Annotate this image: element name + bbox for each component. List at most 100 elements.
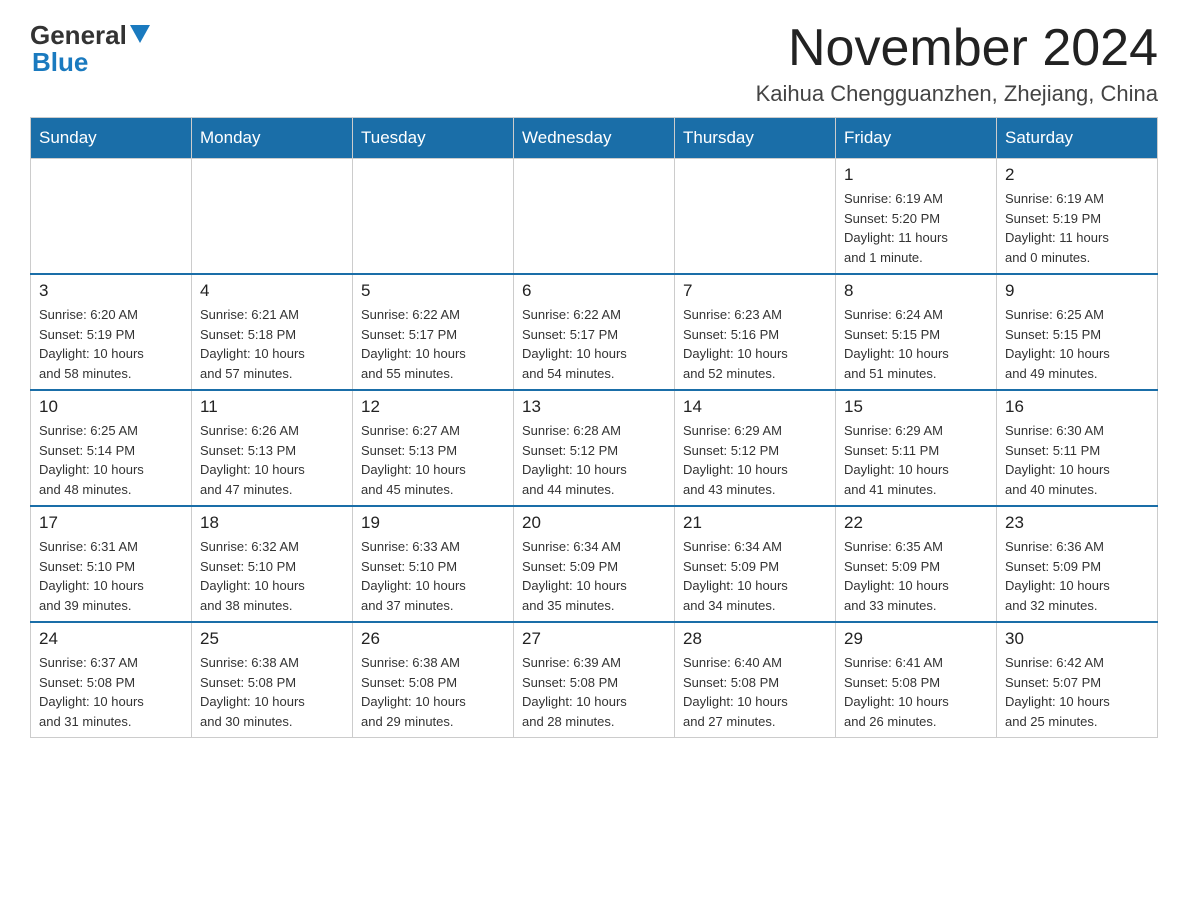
- day-number: 17: [39, 513, 183, 533]
- calendar-week-row: 17 Sunrise: 6:31 AMSunset: 5:10 PMDayligh…: [31, 506, 1158, 622]
- location-title: Kaihua Chengguanzhen, Zhejiang, China: [756, 81, 1158, 107]
- day-info: Sunrise: 6:36 AMSunset: 5:09 PMDaylight:…: [1005, 537, 1149, 615]
- calendar-cell: 3 Sunrise: 6:20 AMSunset: 5:19 PMDaylight…: [31, 274, 192, 390]
- calendar-cell: 28 Sunrise: 6:40 AMSunset: 5:08 PMDayligh…: [675, 622, 836, 738]
- calendar-cell: 7Sunrise: 6:23 AMSunset: 5:16 PMDaylight…: [675, 274, 836, 390]
- calendar-cell: 4 Sunrise: 6:21 AMSunset: 5:18 PMDaylight…: [192, 274, 353, 390]
- day-number: 22: [844, 513, 988, 533]
- calendar-cell: 17 Sunrise: 6:31 AMSunset: 5:10 PMDayligh…: [31, 506, 192, 622]
- day-number: 14: [683, 397, 827, 417]
- day-number: 27: [522, 629, 666, 649]
- calendar-cell: [353, 159, 514, 275]
- calendar-cell: 29 Sunrise: 6:41 AMSunset: 5:08 PMDayligh…: [836, 622, 997, 738]
- calendar-cell: 24Sunrise: 6:37 AMSunset: 5:08 PMDayligh…: [31, 622, 192, 738]
- weekday-header-tuesday: Tuesday: [353, 118, 514, 159]
- calendar-cell: [31, 159, 192, 275]
- day-info: Sunrise: 6:24 AMSunset: 5:15 PMDaylight:…: [844, 305, 988, 383]
- day-info: Sunrise: 6:23 AMSunset: 5:16 PMDaylight:…: [683, 305, 827, 383]
- day-number: 21: [683, 513, 827, 533]
- header: General Blue November 2024 Kaihua Chengg…: [30, 20, 1158, 107]
- day-number: 6: [522, 281, 666, 301]
- day-number: 15: [844, 397, 988, 417]
- calendar-cell: 27 Sunrise: 6:39 AMSunset: 5:08 PMDayligh…: [514, 622, 675, 738]
- day-info: Sunrise: 6:27 AMSunset: 5:13 PMDaylight:…: [361, 421, 505, 499]
- calendar-table: SundayMondayTuesdayWednesdayThursdayFrid…: [30, 117, 1158, 738]
- day-number: 26: [361, 629, 505, 649]
- calendar-cell: 10Sunrise: 6:25 AMSunset: 5:14 PMDayligh…: [31, 390, 192, 506]
- calendar-cell: 13 Sunrise: 6:28 AMSunset: 5:12 PMDayligh…: [514, 390, 675, 506]
- day-info: Sunrise: 6:20 AMSunset: 5:19 PMDaylight:…: [39, 305, 183, 383]
- calendar-cell: 20 Sunrise: 6:34 AMSunset: 5:09 PMDayligh…: [514, 506, 675, 622]
- logo-triangle-icon: [130, 25, 150, 43]
- calendar-cell: 15 Sunrise: 6:29 AMSunset: 5:11 PMDayligh…: [836, 390, 997, 506]
- weekday-header-monday: Monday: [192, 118, 353, 159]
- day-number: 16: [1005, 397, 1149, 417]
- day-number: 18: [200, 513, 344, 533]
- day-number: 5: [361, 281, 505, 301]
- calendar-cell: 1 Sunrise: 6:19 AMSunset: 5:20 PMDaylight…: [836, 159, 997, 275]
- day-info: Sunrise: 6:34 AMSunset: 5:09 PMDaylight:…: [522, 537, 666, 615]
- day-number: 19: [361, 513, 505, 533]
- day-number: 13: [522, 397, 666, 417]
- month-title: November 2024: [756, 20, 1158, 77]
- day-info: Sunrise: 6:39 AMSunset: 5:08 PMDaylight:…: [522, 653, 666, 731]
- day-number: 30: [1005, 629, 1149, 649]
- day-info: Sunrise: 6:42 AMSunset: 5:07 PMDaylight:…: [1005, 653, 1149, 731]
- calendar-cell: 16 Sunrise: 6:30 AMSunset: 5:11 PMDayligh…: [997, 390, 1158, 506]
- calendar-cell: 14 Sunrise: 6:29 AMSunset: 5:12 PMDayligh…: [675, 390, 836, 506]
- calendar-cell: 22 Sunrise: 6:35 AMSunset: 5:09 PMDayligh…: [836, 506, 997, 622]
- day-info: Sunrise: 6:28 AMSunset: 5:12 PMDaylight:…: [522, 421, 666, 499]
- day-number: 9: [1005, 281, 1149, 301]
- calendar-cell: 6 Sunrise: 6:22 AMSunset: 5:17 PMDaylight…: [514, 274, 675, 390]
- day-number: 3: [39, 281, 183, 301]
- day-number: 1: [844, 165, 988, 185]
- calendar-week-row: 24Sunrise: 6:37 AMSunset: 5:08 PMDayligh…: [31, 622, 1158, 738]
- day-info: Sunrise: 6:25 AMSunset: 5:15 PMDaylight:…: [1005, 305, 1149, 383]
- day-info: Sunrise: 6:35 AMSunset: 5:09 PMDaylight:…: [844, 537, 988, 615]
- calendar-cell: 26 Sunrise: 6:38 AMSunset: 5:08 PMDayligh…: [353, 622, 514, 738]
- logo-blue-text: Blue: [32, 47, 88, 78]
- weekday-header-thursday: Thursday: [675, 118, 836, 159]
- logo: General Blue: [30, 20, 150, 78]
- day-info: Sunrise: 6:22 AMSunset: 5:17 PMDaylight:…: [522, 305, 666, 383]
- calendar-cell: 8 Sunrise: 6:24 AMSunset: 5:15 PMDaylight…: [836, 274, 997, 390]
- calendar-cell: 25 Sunrise: 6:38 AMSunset: 5:08 PMDayligh…: [192, 622, 353, 738]
- weekday-header-row: SundayMondayTuesdayWednesdayThursdayFrid…: [31, 118, 1158, 159]
- calendar-cell: 12Sunrise: 6:27 AMSunset: 5:13 PMDayligh…: [353, 390, 514, 506]
- day-info: Sunrise: 6:38 AMSunset: 5:08 PMDaylight:…: [200, 653, 344, 731]
- day-number: 29: [844, 629, 988, 649]
- calendar-cell: [192, 159, 353, 275]
- calendar-cell: [675, 159, 836, 275]
- calendar-cell: [514, 159, 675, 275]
- day-number: 28: [683, 629, 827, 649]
- day-info: Sunrise: 6:31 AMSunset: 5:10 PMDaylight:…: [39, 537, 183, 615]
- day-info: Sunrise: 6:19 AMSunset: 5:19 PMDaylight:…: [1005, 189, 1149, 267]
- weekday-header-saturday: Saturday: [997, 118, 1158, 159]
- weekday-header-sunday: Sunday: [31, 118, 192, 159]
- weekday-header-friday: Friday: [836, 118, 997, 159]
- day-number: 20: [522, 513, 666, 533]
- day-info: Sunrise: 6:21 AMSunset: 5:18 PMDaylight:…: [200, 305, 344, 383]
- day-number: 4: [200, 281, 344, 301]
- title-area: November 2024 Kaihua Chengguanzhen, Zhej…: [756, 20, 1158, 107]
- day-info: Sunrise: 6:40 AMSunset: 5:08 PMDaylight:…: [683, 653, 827, 731]
- calendar-cell: 23 Sunrise: 6:36 AMSunset: 5:09 PMDayligh…: [997, 506, 1158, 622]
- day-number: 23: [1005, 513, 1149, 533]
- day-number: 8: [844, 281, 988, 301]
- calendar-week-row: 1 Sunrise: 6:19 AMSunset: 5:20 PMDaylight…: [31, 159, 1158, 275]
- day-info: Sunrise: 6:22 AMSunset: 5:17 PMDaylight:…: [361, 305, 505, 383]
- day-info: Sunrise: 6:29 AMSunset: 5:11 PMDaylight:…: [844, 421, 988, 499]
- day-info: Sunrise: 6:41 AMSunset: 5:08 PMDaylight:…: [844, 653, 988, 731]
- day-info: Sunrise: 6:34 AMSunset: 5:09 PMDaylight:…: [683, 537, 827, 615]
- day-info: Sunrise: 6:32 AMSunset: 5:10 PMDaylight:…: [200, 537, 344, 615]
- day-info: Sunrise: 6:29 AMSunset: 5:12 PMDaylight:…: [683, 421, 827, 499]
- calendar-week-row: 3 Sunrise: 6:20 AMSunset: 5:19 PMDaylight…: [31, 274, 1158, 390]
- day-info: Sunrise: 6:37 AMSunset: 5:08 PMDaylight:…: [39, 653, 183, 731]
- day-info: Sunrise: 6:38 AMSunset: 5:08 PMDaylight:…: [361, 653, 505, 731]
- day-number: 25: [200, 629, 344, 649]
- day-info: Sunrise: 6:30 AMSunset: 5:11 PMDaylight:…: [1005, 421, 1149, 499]
- day-info: Sunrise: 6:26 AMSunset: 5:13 PMDaylight:…: [200, 421, 344, 499]
- day-info: Sunrise: 6:19 AMSunset: 5:20 PMDaylight:…: [844, 189, 988, 267]
- day-number: 2: [1005, 165, 1149, 185]
- calendar-cell: 11Sunrise: 6:26 AMSunset: 5:13 PMDayligh…: [192, 390, 353, 506]
